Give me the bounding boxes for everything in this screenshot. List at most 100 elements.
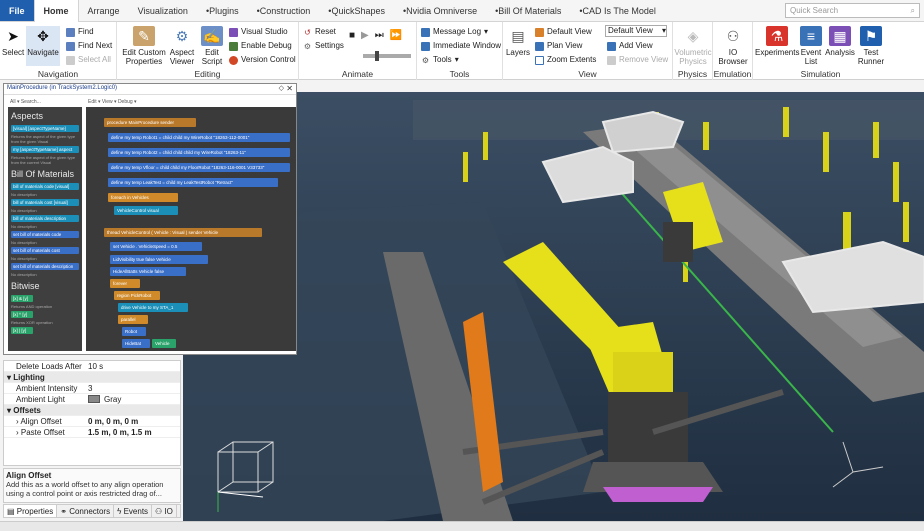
tab-plugins[interactable]: •Plugins bbox=[197, 0, 248, 21]
drive-block[interactable]: drive Vehicle to my STA_1 bbox=[118, 303, 188, 312]
tools-dropdown[interactable]: ⚙ Tools ▾ bbox=[421, 54, 459, 66]
stop-icon[interactable]: ■ bbox=[349, 30, 355, 42]
edit-script-button[interactable]: ✍ Edit Script bbox=[199, 26, 225, 66]
define-block[interactable]: define my temp Vfloor = child child my F… bbox=[108, 163, 290, 172]
speed-slider-thumb[interactable] bbox=[375, 51, 379, 61]
tab-quickshapes[interactable]: •QuickShapes bbox=[319, 0, 394, 21]
select-all-icon bbox=[66, 55, 75, 65]
tab-bill-of-materials[interactable]: •Bill Of Materials bbox=[486, 0, 570, 21]
canvas-toolbar[interactable]: Edit ▾ View ▾ Debug ▾ bbox=[86, 98, 296, 107]
parallel-block[interactable]: parallel bbox=[118, 315, 148, 324]
block-palette: All ▾ Search... Aspects [visual] [aspect… bbox=[8, 98, 82, 351]
tab-nvidia-omniverse[interactable]: •Nvidia Omniverse bbox=[394, 0, 486, 21]
property-row[interactable]: Ambient Light Gray bbox=[4, 394, 180, 405]
version-control-icon bbox=[229, 55, 238, 65]
palette-block[interactable]: [visual] [aspectTypeName] bbox=[11, 125, 79, 132]
test-runner-button[interactable]: ⚑ Test Runner bbox=[856, 26, 886, 66]
tab-connectors[interactable]: ⚭ Connectors bbox=[57, 505, 115, 517]
forever-block[interactable]: forever bbox=[110, 279, 140, 288]
lidvisibility-block[interactable]: LidVisibility true false Vehicle bbox=[110, 255, 208, 264]
palette-block[interactable]: set bill of materials code bbox=[11, 231, 79, 238]
property-section[interactable]: ▾ Offsets bbox=[4, 405, 180, 416]
property-row[interactable]: › Paste Offset 1.5 m, 0 m, 1.5 m bbox=[4, 427, 180, 438]
plan-view-button[interactable]: Plan View bbox=[535, 40, 582, 52]
set-block[interactable]: set Vehicle . VehicleSpeed = 0.5 bbox=[110, 242, 202, 251]
robot-block[interactable]: Robot bbox=[122, 327, 146, 336]
aspect-viewer-button[interactable]: ⚙ Aspect Viewer bbox=[167, 26, 197, 67]
tab-construction[interactable]: •Construction bbox=[248, 0, 320, 21]
layers-button[interactable]: ▤ Layers bbox=[505, 26, 531, 58]
palette-block[interactable]: bill of materials cost [visual] bbox=[11, 199, 79, 206]
tab-visualization[interactable]: Visualization bbox=[129, 0, 197, 21]
palette-block[interactable]: [x] ^ [y] bbox=[11, 311, 33, 318]
vehiclecontrol-block[interactable]: VehicleControl visual bbox=[114, 206, 178, 215]
hideallbatts-block[interactable]: HideAllBatts Vehicle false bbox=[110, 267, 186, 276]
tab-events[interactable]: ϟ Events bbox=[114, 505, 153, 517]
speed-slider[interactable] bbox=[363, 51, 411, 61]
define-block[interactable]: define my temp LeakTest = child my LeakT… bbox=[108, 178, 278, 187]
property-section[interactable]: ▾ Lighting bbox=[4, 372, 180, 383]
view-select[interactable]: Default View ▾ bbox=[605, 25, 667, 37]
palette-block[interactable]: set bill of materials description bbox=[11, 263, 79, 270]
remove-view-button[interactable]: Remove View bbox=[607, 54, 668, 66]
property-row[interactable]: › Align Offset 0 m, 0 m, 0 m bbox=[4, 416, 180, 427]
palette-block[interactable]: bill of materials description bbox=[11, 215, 79, 222]
find-button[interactable]: Find bbox=[66, 26, 94, 38]
version-control-button[interactable]: Version Control bbox=[229, 54, 296, 66]
quick-search-input[interactable]: Quick Search ⌕ bbox=[785, 3, 920, 18]
procedure-block[interactable]: procedure MainProcedure sender bbox=[104, 118, 196, 127]
settings-button[interactable]: ⚙ Settings bbox=[303, 40, 344, 52]
tab-file[interactable]: File bbox=[0, 0, 34, 21]
select-all-button[interactable]: Select All bbox=[66, 54, 111, 66]
tab-arrange[interactable]: Arrange bbox=[79, 0, 129, 21]
select-button[interactable]: ➤ Select bbox=[2, 26, 24, 58]
add-view-button[interactable]: Add View bbox=[607, 40, 653, 52]
io-browser-button[interactable]: ⚇ IO Browser bbox=[715, 26, 751, 67]
group-label-editing: Editing bbox=[194, 69, 221, 79]
foreach-block[interactable]: foreach in Vehicles bbox=[108, 193, 178, 202]
experiments-button[interactable]: ⚗ Experiments bbox=[755, 26, 799, 57]
search-icon: ⌕ bbox=[910, 5, 915, 15]
tab-home[interactable]: Home bbox=[33, 0, 79, 22]
palette-block[interactable]: my [aspectTypeName] aspect bbox=[11, 146, 79, 153]
event-list-button[interactable]: ≡ Event List bbox=[799, 26, 823, 66]
fast-forward-icon[interactable]: ⏩ bbox=[390, 30, 402, 42]
tab-cad-is-the-model[interactable]: •CAD Is The Model bbox=[570, 0, 665, 21]
enable-debug-button[interactable]: Enable Debug bbox=[229, 40, 292, 52]
message-log-icon bbox=[421, 27, 430, 37]
navigate-button[interactable]: ✥ Navigate bbox=[26, 26, 60, 66]
pin-icon[interactable]: ◇ bbox=[279, 84, 284, 92]
hidebat-block[interactable]: HideBat bbox=[122, 339, 150, 348]
define-block[interactable]: define my temp Robot1 = child child my W… bbox=[108, 133, 290, 142]
tab-io[interactable]: ⚇ IO bbox=[152, 505, 177, 517]
property-row[interactable]: Delete Loads After 10 s bbox=[4, 361, 180, 372]
hidebat-target[interactable]: Vehicle bbox=[152, 339, 176, 348]
close-icon[interactable]: ✕ bbox=[286, 84, 293, 93]
edit-custom-properties-button[interactable]: ✎ Edit Custom Properties bbox=[121, 26, 167, 66]
property-row[interactable]: Ambient Intensity 3 bbox=[4, 383, 180, 394]
analysis-button[interactable]: ▦ Analysis bbox=[824, 26, 856, 57]
tab-properties[interactable]: ▤ Properties bbox=[4, 505, 58, 517]
thread-block[interactable]: thread VehicleControl ( Vehicle : Visual… bbox=[104, 228, 262, 237]
palette-block[interactable]: bill of materials code [visual] bbox=[11, 183, 79, 190]
volumetric-physics-button[interactable]: ◈ Volumetric Physics bbox=[673, 26, 713, 67]
find-next-icon bbox=[66, 41, 75, 51]
play-icon[interactable]: ▶ bbox=[361, 30, 369, 42]
palette-block[interactable]: [x] & [y] bbox=[11, 295, 33, 302]
visual-studio-button[interactable]: Visual Studio bbox=[229, 26, 288, 38]
define-block[interactable]: define my temp Robot2 = child child chil… bbox=[108, 148, 290, 157]
clipboard-edit-icon: ✎ bbox=[133, 26, 155, 46]
zoom-extents-button[interactable]: Zoom Extents bbox=[535, 54, 596, 66]
reset-button[interactable]: ↺ Reset bbox=[303, 26, 336, 38]
logic-canvas[interactable]: Edit ▾ View ▾ Debug ▾ procedure MainProc… bbox=[86, 98, 296, 351]
region-block[interactable]: region PickRobot bbox=[114, 291, 160, 300]
default-view-button[interactable]: Default View bbox=[535, 26, 592, 38]
immediate-window-button[interactable]: Immediate Window bbox=[421, 40, 501, 52]
palette-search[interactable]: All ▾ Search... bbox=[8, 98, 82, 107]
find-next-button[interactable]: Find Next bbox=[66, 40, 112, 52]
palette-block[interactable]: set bill of materials cost bbox=[11, 247, 79, 254]
palette-block[interactable]: [x] | [y] bbox=[11, 327, 33, 334]
step-icon[interactable]: ⏭ bbox=[375, 30, 384, 42]
message-log-button[interactable]: Message Log ▾ bbox=[421, 26, 488, 38]
zoom-extents-icon bbox=[535, 55, 544, 65]
